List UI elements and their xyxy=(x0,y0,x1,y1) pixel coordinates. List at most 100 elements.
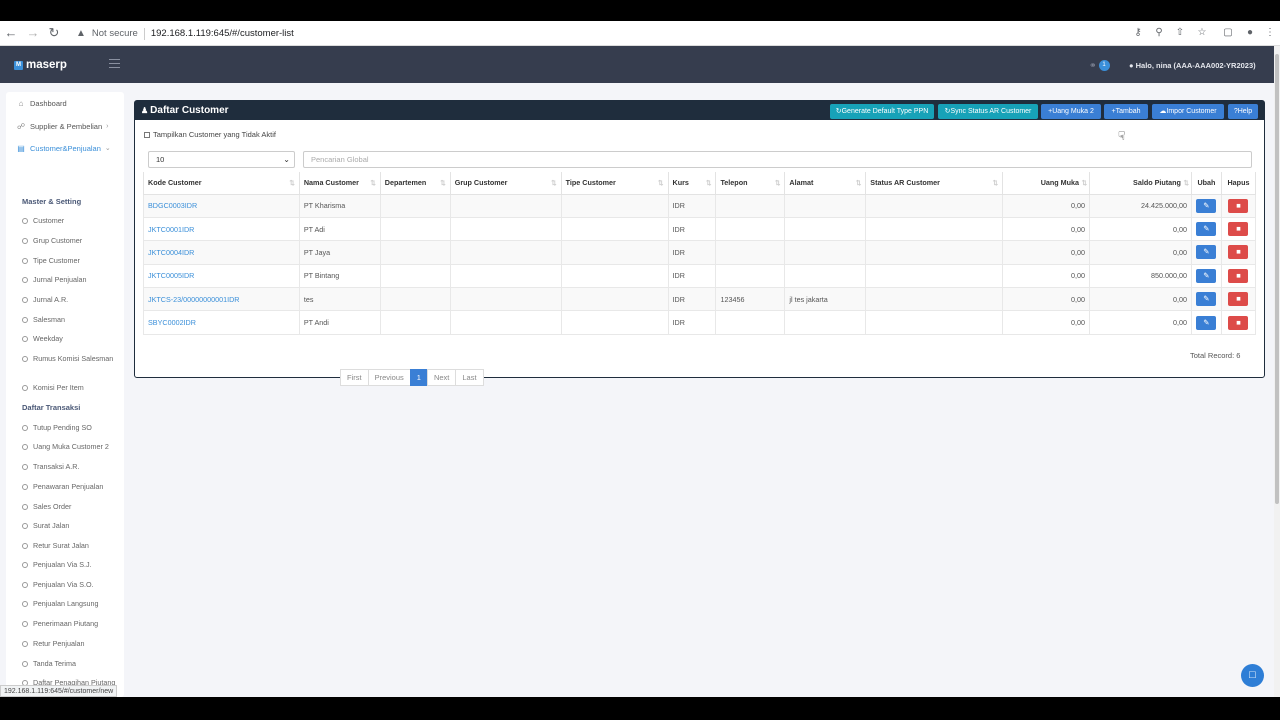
column-header[interactable]: Alamat ⇅ xyxy=(784,172,867,195)
sidebar-sub-penjualan-langsung[interactable]: Penjualan Langsung xyxy=(22,599,122,609)
column-header[interactable]: Tipe Customer ⇅ xyxy=(560,172,669,195)
divider xyxy=(143,27,145,40)
zoom-icon[interactable]: ⚲ xyxy=(1152,26,1166,40)
column-header[interactable]: Kurs ⇅ xyxy=(667,172,717,195)
sidebar-sub-retur-surat-jalan[interactable]: Retur Surat Jalan xyxy=(22,541,122,551)
customer-code-link[interactable]: JKTC0001IDR xyxy=(143,216,300,242)
cell-telepon xyxy=(715,263,786,289)
forward-icon[interactable]: → xyxy=(26,26,40,40)
uang-muka-button[interactable]: +Uang Muka 2 xyxy=(1041,104,1101,119)
sidebar-sub-tutup-pending-so[interactable]: Tutup Pending SO xyxy=(22,423,122,433)
show-inactive-checkbox[interactable] xyxy=(144,131,150,138)
edit-button[interactable]: ✎ xyxy=(1196,292,1217,307)
sidebar-sub-penerimaan-piutang[interactable]: Penerimaan Piutang xyxy=(22,619,122,629)
column-header[interactable]: Grup Customer ⇅ xyxy=(449,172,562,195)
total-record: Total Record: 6 xyxy=(1190,351,1241,360)
customer-code-link[interactable]: JKTC0005IDR xyxy=(143,263,300,289)
app-logo[interactable]: M maserp xyxy=(14,59,67,71)
menu-dots-icon[interactable]: ⋮ xyxy=(1263,26,1277,40)
customer-code-link[interactable]: SBYC0002IDR xyxy=(143,310,300,335)
delete-button[interactable]: ■ xyxy=(1228,268,1249,283)
share-icon[interactable]: ⇧ xyxy=(1173,26,1187,40)
sidebar-sub-transaksi-ar[interactable]: Transaksi A.R. xyxy=(22,462,122,472)
sidebar-sub-jurnal-ar[interactable]: Jurnal A.R. xyxy=(22,295,122,305)
bookmark-star-icon[interactable]: ☆ xyxy=(1195,26,1209,40)
page-first-button[interactable]: First xyxy=(340,369,369,386)
page-last-button[interactable]: Last xyxy=(455,369,484,386)
column-header[interactable]: Departemen ⇅ xyxy=(379,172,451,195)
cell-uang-muka: 0,00 xyxy=(1002,287,1091,312)
delete-button[interactable]: ■ xyxy=(1228,222,1249,237)
sidebar-sub-penawaran-penjualan[interactable]: Penawaran Penjualan xyxy=(22,482,122,492)
sidebar-sub-surat-jalan[interactable]: Surat Jalan xyxy=(22,521,122,531)
column-header[interactable]: Saldo Piutang ⇅ xyxy=(1089,172,1192,195)
page-next-button[interactable]: Next xyxy=(426,369,457,386)
sidebar-item-dashboard[interactable]: ⌂ Dashboard xyxy=(6,96,124,110)
delete-button[interactable]: ■ xyxy=(1228,315,1249,330)
generate-ppn-button[interactable]: ↻Generate Default Type PPN xyxy=(830,104,934,119)
edit-button[interactable]: ✎ xyxy=(1196,222,1217,237)
user-menu[interactable]: ● Halo, nina (AAA-AAA002-YR2023) xyxy=(1129,61,1256,70)
customer-code-link[interactable]: JKTC0004IDR xyxy=(143,240,300,265)
sidebar-sub-uang-muka-customer[interactable]: Uang Muka Customer 2 xyxy=(22,442,122,452)
sidebar-item-supplier[interactable]: ☍ Supplier & Pembelian › xyxy=(6,119,124,133)
edit-button[interactable]: ✎ xyxy=(1196,268,1217,283)
sidebar-sub-tanda-terima[interactable]: Tanda Terima xyxy=(22,659,122,669)
column-header[interactable]: Telepon ⇅ xyxy=(715,172,786,195)
show-inactive-toggle[interactable]: Tampilkan Customer yang Tidak Aktif xyxy=(144,130,276,139)
tambah-button[interactable]: +Tambah xyxy=(1104,104,1148,119)
scrollbar-thumb[interactable] xyxy=(1275,54,1279,504)
sidebar-sub-penjualan-via-so[interactable]: Penjualan Via S.O. xyxy=(22,580,122,590)
sidebar-sub-rumus-komisi[interactable]: Rumus Komisi Salesman xyxy=(22,354,122,364)
sidebar-sub-retur-penjualan[interactable]: Retur Penjualan xyxy=(22,639,122,649)
reload-icon[interactable]: ↻ xyxy=(47,26,61,40)
sidepanel-icon[interactable]: ▢ xyxy=(1221,26,1235,40)
page-current-button[interactable]: 1 xyxy=(409,369,428,386)
chat-widget-button[interactable]: □ xyxy=(1241,664,1264,687)
sidebar-sub-customer[interactable]: Customer xyxy=(22,216,122,226)
pencil-icon: ✎ xyxy=(1203,294,1210,304)
profile-icon[interactable]: ● xyxy=(1243,26,1257,40)
sidebar-item-customer-penjualan[interactable]: ▤ Customer&Penjualan ⌄ xyxy=(6,141,124,155)
customer-code-link[interactable]: BDGC0003IDR xyxy=(143,193,300,218)
sidebar-sub-salesman[interactable]: Salesman xyxy=(22,315,122,325)
delete-button[interactable]: ■ xyxy=(1228,245,1249,260)
notification-area[interactable]: ⚭ 1 xyxy=(1089,60,1110,71)
key-icon[interactable]: ⚷ xyxy=(1131,26,1145,40)
address-bar[interactable]: ▲ Not secure 192.168.1.119:645/#/custome… xyxy=(76,26,294,41)
page-size-select[interactable]: 10 ⌄ xyxy=(148,151,295,168)
column-header[interactable]: Uang Muka ⇅ xyxy=(1002,172,1091,195)
page-scrollbar[interactable] xyxy=(1274,46,1280,697)
sidebar-sub-weekday[interactable]: Weekday xyxy=(22,334,122,344)
edit-button[interactable]: ✎ xyxy=(1196,315,1217,330)
column-header[interactable]: Nama Customer ⇅ xyxy=(298,172,381,195)
sidebar-sub-sales-order[interactable]: Sales Order xyxy=(22,502,122,512)
cell-telepon xyxy=(715,310,786,335)
impor-customer-button[interactable]: ☁Impor Customer xyxy=(1152,104,1224,119)
help-button[interactable]: ?Help xyxy=(1228,104,1258,119)
sidebar-sub-jurnal-penjualan[interactable]: Jurnal Penjualan xyxy=(22,275,122,285)
trash-icon: ■ xyxy=(1236,200,1241,210)
page-previous-button[interactable]: Previous xyxy=(367,369,411,386)
global-search-input[interactable]: Pencarian Global xyxy=(303,151,1252,168)
sidebar-sub-grup-customer[interactable]: Grup Customer xyxy=(22,236,122,246)
edit-button[interactable]: ✎ xyxy=(1196,198,1217,213)
customer-code-link[interactable]: JKTCS-23/00000000001IDR xyxy=(143,287,300,312)
hand-cursor-icon: ☟ xyxy=(1118,129,1126,143)
back-icon[interactable]: ← xyxy=(4,26,18,40)
hamburger-menu-icon[interactable] xyxy=(109,59,120,68)
home-icon: ⌂ xyxy=(18,98,24,108)
cell-grup xyxy=(449,287,562,312)
column-header[interactable]: Kode Customer ⇅ xyxy=(143,172,300,195)
delete-button[interactable]: ■ xyxy=(1228,198,1249,213)
column-header[interactable]: Status AR Customer ⇅ xyxy=(865,172,1004,195)
cell-saldo-piutang: 850.000,00 xyxy=(1089,263,1192,289)
sync-status-ar-button[interactable]: ↻Sync Status AR Customer xyxy=(938,104,1038,119)
circle-icon xyxy=(22,217,28,224)
edit-button[interactable]: ✎ xyxy=(1196,245,1217,260)
delete-button[interactable]: ■ xyxy=(1228,292,1249,307)
sidebar-sub-tipe-customer[interactable]: Tipe Customer xyxy=(22,256,122,266)
cell-alamat xyxy=(784,240,867,265)
sidebar-sub-komisi-per-item[interactable]: Komisi Per Item xyxy=(22,383,122,393)
sidebar-sub-penjualan-via-sj[interactable]: Penjualan Via S.J. xyxy=(22,560,122,570)
